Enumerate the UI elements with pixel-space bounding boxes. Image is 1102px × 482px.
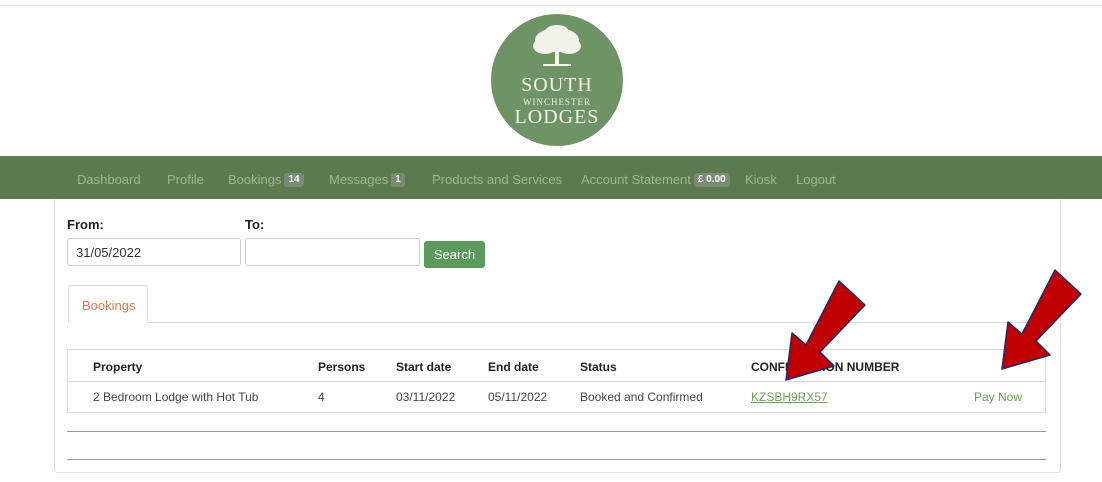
annotation-arrows (785, 269, 1082, 381)
red-arrow-confirmation (785, 280, 866, 381)
red-arrow-pay-now (1001, 269, 1082, 370)
